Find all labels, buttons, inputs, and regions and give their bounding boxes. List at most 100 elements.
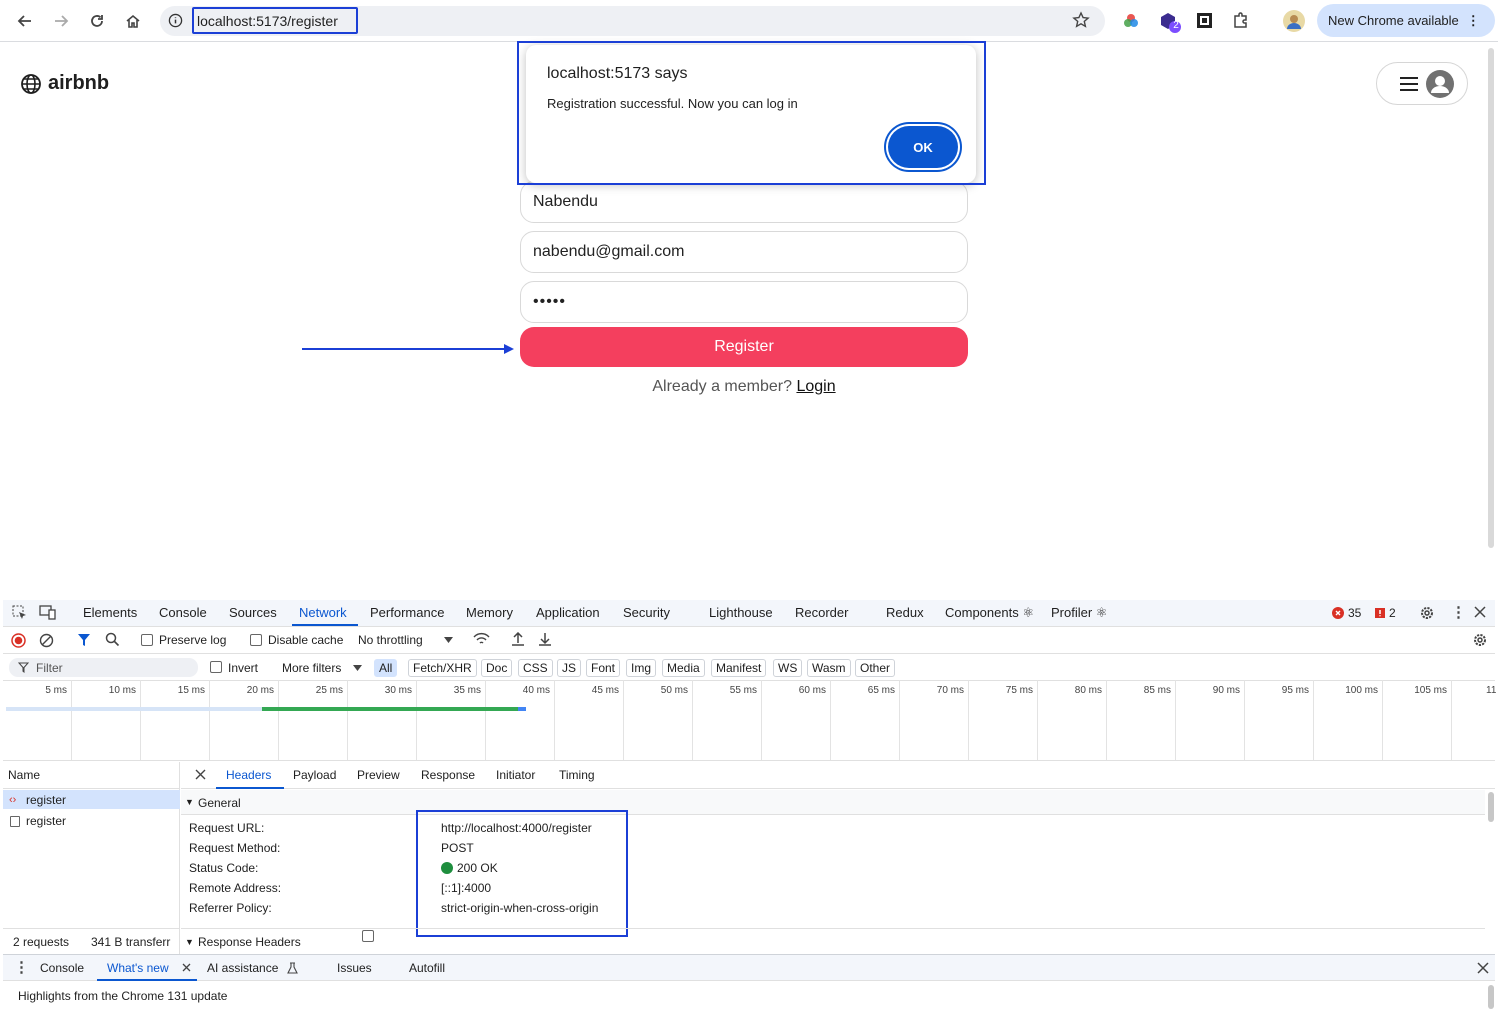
document-icon xyxy=(10,816,20,827)
detail-scrollbar[interactable] xyxy=(1488,792,1494,822)
home-icon[interactable] xyxy=(122,10,144,32)
airbnb-logo[interactable]: airbnb xyxy=(20,72,109,95)
register-button[interactable]: Register xyxy=(520,327,968,367)
type-filter-font[interactable]: Font xyxy=(586,659,621,677)
extensions-puzzle-icon[interactable] xyxy=(1231,11,1250,30)
bookmark-star-icon[interactable] xyxy=(1072,11,1090,29)
clear-icon[interactable] xyxy=(39,633,54,648)
drawer-tab-autofill[interactable]: Autofill xyxy=(409,961,445,975)
site-info-icon[interactable] xyxy=(168,13,183,28)
name-column-header[interactable]: Name xyxy=(8,768,40,782)
devtools-more-icon[interactable]: ⋮ xyxy=(1451,603,1466,621)
tab-elements[interactable]: Elements xyxy=(83,605,137,620)
back-icon[interactable] xyxy=(14,10,36,32)
tab-application[interactable]: Application xyxy=(536,605,600,620)
type-filter-css[interactable]: CSS xyxy=(518,659,553,677)
tab-recorder[interactable]: Recorder xyxy=(795,605,848,620)
forward-icon[interactable] xyxy=(50,10,72,32)
user-menu-button[interactable] xyxy=(1376,62,1468,105)
tab-security[interactable]: Security xyxy=(623,605,670,620)
network-conditions-icon[interactable] xyxy=(473,632,490,647)
tab-redux[interactable]: Redux xyxy=(886,605,924,620)
type-filter-media[interactable]: Media xyxy=(662,659,705,677)
type-filter-other[interactable]: Other xyxy=(855,659,896,677)
record-stop-icon[interactable] xyxy=(11,633,26,648)
tab-response[interactable]: Response xyxy=(421,768,475,782)
page-scrollbar[interactable] xyxy=(1488,48,1494,548)
general-section-header[interactable] xyxy=(181,790,1485,815)
email-input[interactable]: nabendu@gmail.com xyxy=(520,231,968,273)
request-name[interactable]: register xyxy=(26,814,66,828)
tab-performance[interactable]: Performance xyxy=(370,605,444,620)
timeline-tick-label: 90 ms xyxy=(1212,685,1240,696)
reload-icon[interactable] xyxy=(86,10,108,32)
tab-headers[interactable]: Headers xyxy=(226,768,271,782)
throttling-select[interactable]: No throttling xyxy=(358,633,423,647)
color-extension-icon[interactable] xyxy=(1122,12,1140,30)
more-filters-button[interactable]: More filters xyxy=(282,661,341,675)
search-icon[interactable] xyxy=(105,632,120,647)
type-filter-img[interactable]: Img xyxy=(626,659,657,677)
new-chrome-available-button[interactable]: New Chrome available ⋮ xyxy=(1317,4,1495,37)
tab-initiator[interactable]: Initiator xyxy=(496,768,535,782)
inspect-element-icon[interactable] xyxy=(12,605,27,620)
reader-extension-icon[interactable] xyxy=(1196,12,1213,29)
timeline-tick-label: 10 ms xyxy=(108,685,136,696)
disable-cache-checkbox[interactable] xyxy=(250,634,262,646)
preserve-log-checkbox[interactable] xyxy=(141,634,153,646)
drawer-tab-issues[interactable]: Issues xyxy=(337,961,372,975)
response-headers-label[interactable]: Response Headers xyxy=(198,935,301,949)
settings-gear-icon[interactable] xyxy=(1419,605,1435,621)
device-toolbar-icon[interactable] xyxy=(39,605,56,620)
network-toolbar xyxy=(3,627,1495,654)
timeline-gridline xyxy=(1382,680,1383,760)
warning-count[interactable]: 2 xyxy=(1389,606,1396,620)
login-link[interactable]: Login xyxy=(796,378,835,395)
drawer-tab-whats-new[interactable]: What's new xyxy=(107,961,169,975)
raw-checkbox[interactable] xyxy=(362,930,374,942)
request-name[interactable]: register xyxy=(26,793,66,807)
filter-funnel-icon[interactable] xyxy=(77,633,91,647)
tab-console[interactable]: Console xyxy=(159,605,207,620)
type-filter-ws[interactable]: WS xyxy=(773,659,803,677)
import-har-icon[interactable] xyxy=(511,632,525,647)
close-devtools-icon[interactable] xyxy=(1474,606,1486,618)
export-har-icon[interactable] xyxy=(538,632,552,647)
drawer-menu-icon[interactable]: ⋮ xyxy=(14,958,29,976)
tab-payload[interactable]: Payload xyxy=(293,768,336,782)
type-filter-wasm[interactable]: Wasm xyxy=(807,659,851,677)
close-detail-icon[interactable] xyxy=(195,769,206,780)
tab-lighthouse[interactable]: Lighthouse xyxy=(709,605,773,620)
type-filter-all[interactable]: All xyxy=(374,659,398,677)
profile-avatar[interactable] xyxy=(1283,10,1305,32)
drawer-scrollbar[interactable] xyxy=(1488,985,1494,1009)
close-drawer-icon[interactable] xyxy=(1477,962,1489,974)
divider xyxy=(3,928,180,929)
tab-profiler[interactable]: Profiler ⚛ xyxy=(1051,605,1107,621)
divider xyxy=(3,788,180,789)
drawer-tab-ai-assistance[interactable]: AI assistance xyxy=(207,961,278,975)
close-tab-icon[interactable] xyxy=(182,963,191,972)
network-settings-gear-icon[interactable] xyxy=(1472,632,1488,648)
type-filter-fetch-xhr[interactable]: Fetch/XHR xyxy=(408,659,477,677)
type-filter-manifest[interactable]: Manifest xyxy=(711,659,767,677)
triangle-down-icon: ▼ xyxy=(185,797,194,807)
timeline-tick-label: 70 ms xyxy=(936,685,964,696)
timeline-bar-queued xyxy=(6,707,262,711)
password-input[interactable]: ••••• xyxy=(520,281,968,323)
drawer-tab-console[interactable]: Console xyxy=(40,961,84,975)
tab-memory[interactable]: Memory xyxy=(466,605,513,620)
tab-sources[interactable]: Sources xyxy=(229,605,277,620)
type-filter-doc[interactable]: Doc xyxy=(481,659,513,677)
invert-checkbox[interactable] xyxy=(210,661,222,673)
error-count[interactable]: 35 xyxy=(1348,606,1361,620)
tab-preview[interactable]: Preview xyxy=(357,768,400,782)
tab-components[interactable]: Components ⚛ xyxy=(945,605,1034,621)
tab-network[interactable]: Network xyxy=(299,605,347,620)
tab-timing[interactable]: Timing xyxy=(559,768,595,782)
name-input[interactable]: Nabendu xyxy=(520,181,968,223)
request-count: 2 requests xyxy=(13,935,70,949)
timeline-gridline xyxy=(1175,680,1176,760)
type-filter-js[interactable]: JS xyxy=(557,659,582,677)
beta-flask-icon xyxy=(287,962,298,974)
